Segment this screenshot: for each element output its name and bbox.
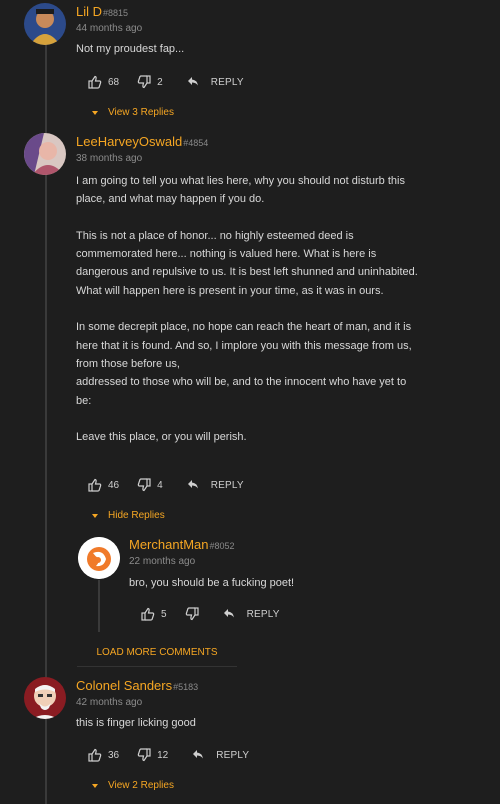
thumbs-up-icon[interactable]	[88, 748, 102, 762]
reply-username[interactable]: MerchantMan#8052	[129, 537, 235, 552]
thumbs-down-icon[interactable]	[137, 748, 151, 762]
comment-paragraph: this is finger licking good	[76, 717, 196, 729]
toggle-label[interactable]: View 2 Replies	[108, 780, 174, 791]
view-replies-toggle[interactable]: View 3 Replies	[92, 107, 174, 118]
caret-down-icon	[92, 110, 98, 115]
reply-label[interactable]: REPLY	[216, 750, 249, 761]
reply-button[interactable]: REPLY	[187, 478, 244, 492]
comment-paragraph: Not my proudest fap...	[76, 43, 185, 55]
load-more-comments-button[interactable]: LOAD MORE COMMENTS	[77, 638, 237, 667]
like-count: 5	[161, 608, 167, 620]
reply-actions: 5 REPLY	[141, 607, 280, 621]
comment-actions: 46 4 REPLY	[88, 478, 244, 492]
thumbs-down-icon[interactable]	[137, 75, 151, 89]
user-id: #8052	[209, 541, 235, 551]
comment-username[interactable]: Colonel Sanders#5183	[76, 678, 198, 693]
username-text[interactable]: Colonel Sanders	[76, 678, 172, 693]
comment-body: this is finger licking good	[76, 714, 426, 732]
reply-arrow-icon	[223, 607, 237, 621]
reply-label[interactable]: REPLY	[211, 77, 244, 88]
thumbs-down-icon[interactable]	[185, 607, 199, 621]
comment-actions: 36 12 REPLY	[88, 748, 249, 762]
comment-timestamp: 42 months ago	[76, 697, 143, 708]
user-id: #8815	[103, 8, 129, 18]
thumbs-up-icon[interactable]	[88, 75, 102, 89]
comment-body: Not my proudest fap...	[76, 40, 426, 58]
like-count: 36	[108, 749, 120, 761]
toggle-label[interactable]: View 3 Replies	[108, 107, 174, 118]
like-count: 68	[108, 76, 120, 88]
comment-username[interactable]: LeeHarveyOswald#4854	[76, 134, 208, 149]
comment-body: I am going to tell you what lies here, w…	[76, 172, 421, 446]
reply-button[interactable]: REPLY	[192, 748, 249, 762]
reply-label[interactable]: REPLY	[247, 609, 280, 620]
load-more-label[interactable]: LOAD MORE COMMENTS	[96, 647, 217, 658]
comment-actions: 68 2 REPLY	[88, 75, 244, 89]
comment-timestamp: 38 months ago	[76, 153, 143, 164]
username-text[interactable]: Lil D	[76, 4, 102, 19]
dislike-count: 2	[157, 76, 163, 88]
reply-button[interactable]: REPLY	[187, 75, 244, 89]
comment-timestamp: 44 months ago	[76, 23, 143, 34]
comment-paragraph: In some decrepit place, no hope can reac…	[76, 321, 412, 407]
reply-timestamp: 22 months ago	[129, 556, 196, 567]
like-count: 46	[108, 479, 120, 491]
comment-paragraph: bro, you should be a fucking poet!	[129, 577, 295, 589]
thumbs-up-icon[interactable]	[141, 607, 155, 621]
caret-down-icon	[92, 783, 98, 788]
hide-replies-toggle[interactable]: Hide Replies	[92, 510, 165, 521]
reply-button[interactable]: REPLY	[223, 607, 280, 621]
reply-arrow-icon	[187, 478, 201, 492]
toggle-label[interactable]: Hide Replies	[108, 510, 165, 521]
view-replies-toggle[interactable]: View 2 Replies	[92, 780, 174, 791]
caret-down-icon	[92, 513, 98, 518]
username-text[interactable]: MerchantMan	[129, 537, 208, 552]
dislike-count: 12	[157, 749, 169, 761]
thumbs-up-icon[interactable]	[88, 478, 102, 492]
thumbs-down-icon[interactable]	[137, 478, 151, 492]
reply-arrow-icon	[187, 75, 201, 89]
comment-paragraph: Leave this place, or you will perish.	[76, 431, 247, 444]
avatar[interactable]	[78, 537, 120, 579]
dislike-count: 4	[157, 479, 163, 491]
avatar[interactable]	[24, 133, 66, 175]
comment-username[interactable]: Lil D#8815	[76, 4, 128, 19]
comment-paragraph: I am going to tell you what lies here, w…	[76, 175, 405, 206]
avatar[interactable]	[24, 3, 66, 45]
comment-paragraph: This is not a place of honor... no highl…	[76, 229, 418, 297]
user-id: #5183	[173, 682, 199, 692]
username-text[interactable]: LeeHarveyOswald	[76, 134, 182, 149]
reply-thread-line	[98, 580, 100, 632]
avatar[interactable]	[24, 677, 66, 719]
reply-body: bro, you should be a fucking poet!	[129, 574, 429, 592]
reply-arrow-icon	[192, 748, 206, 762]
user-id: #4854	[183, 138, 209, 148]
reply-label[interactable]: REPLY	[211, 480, 244, 491]
